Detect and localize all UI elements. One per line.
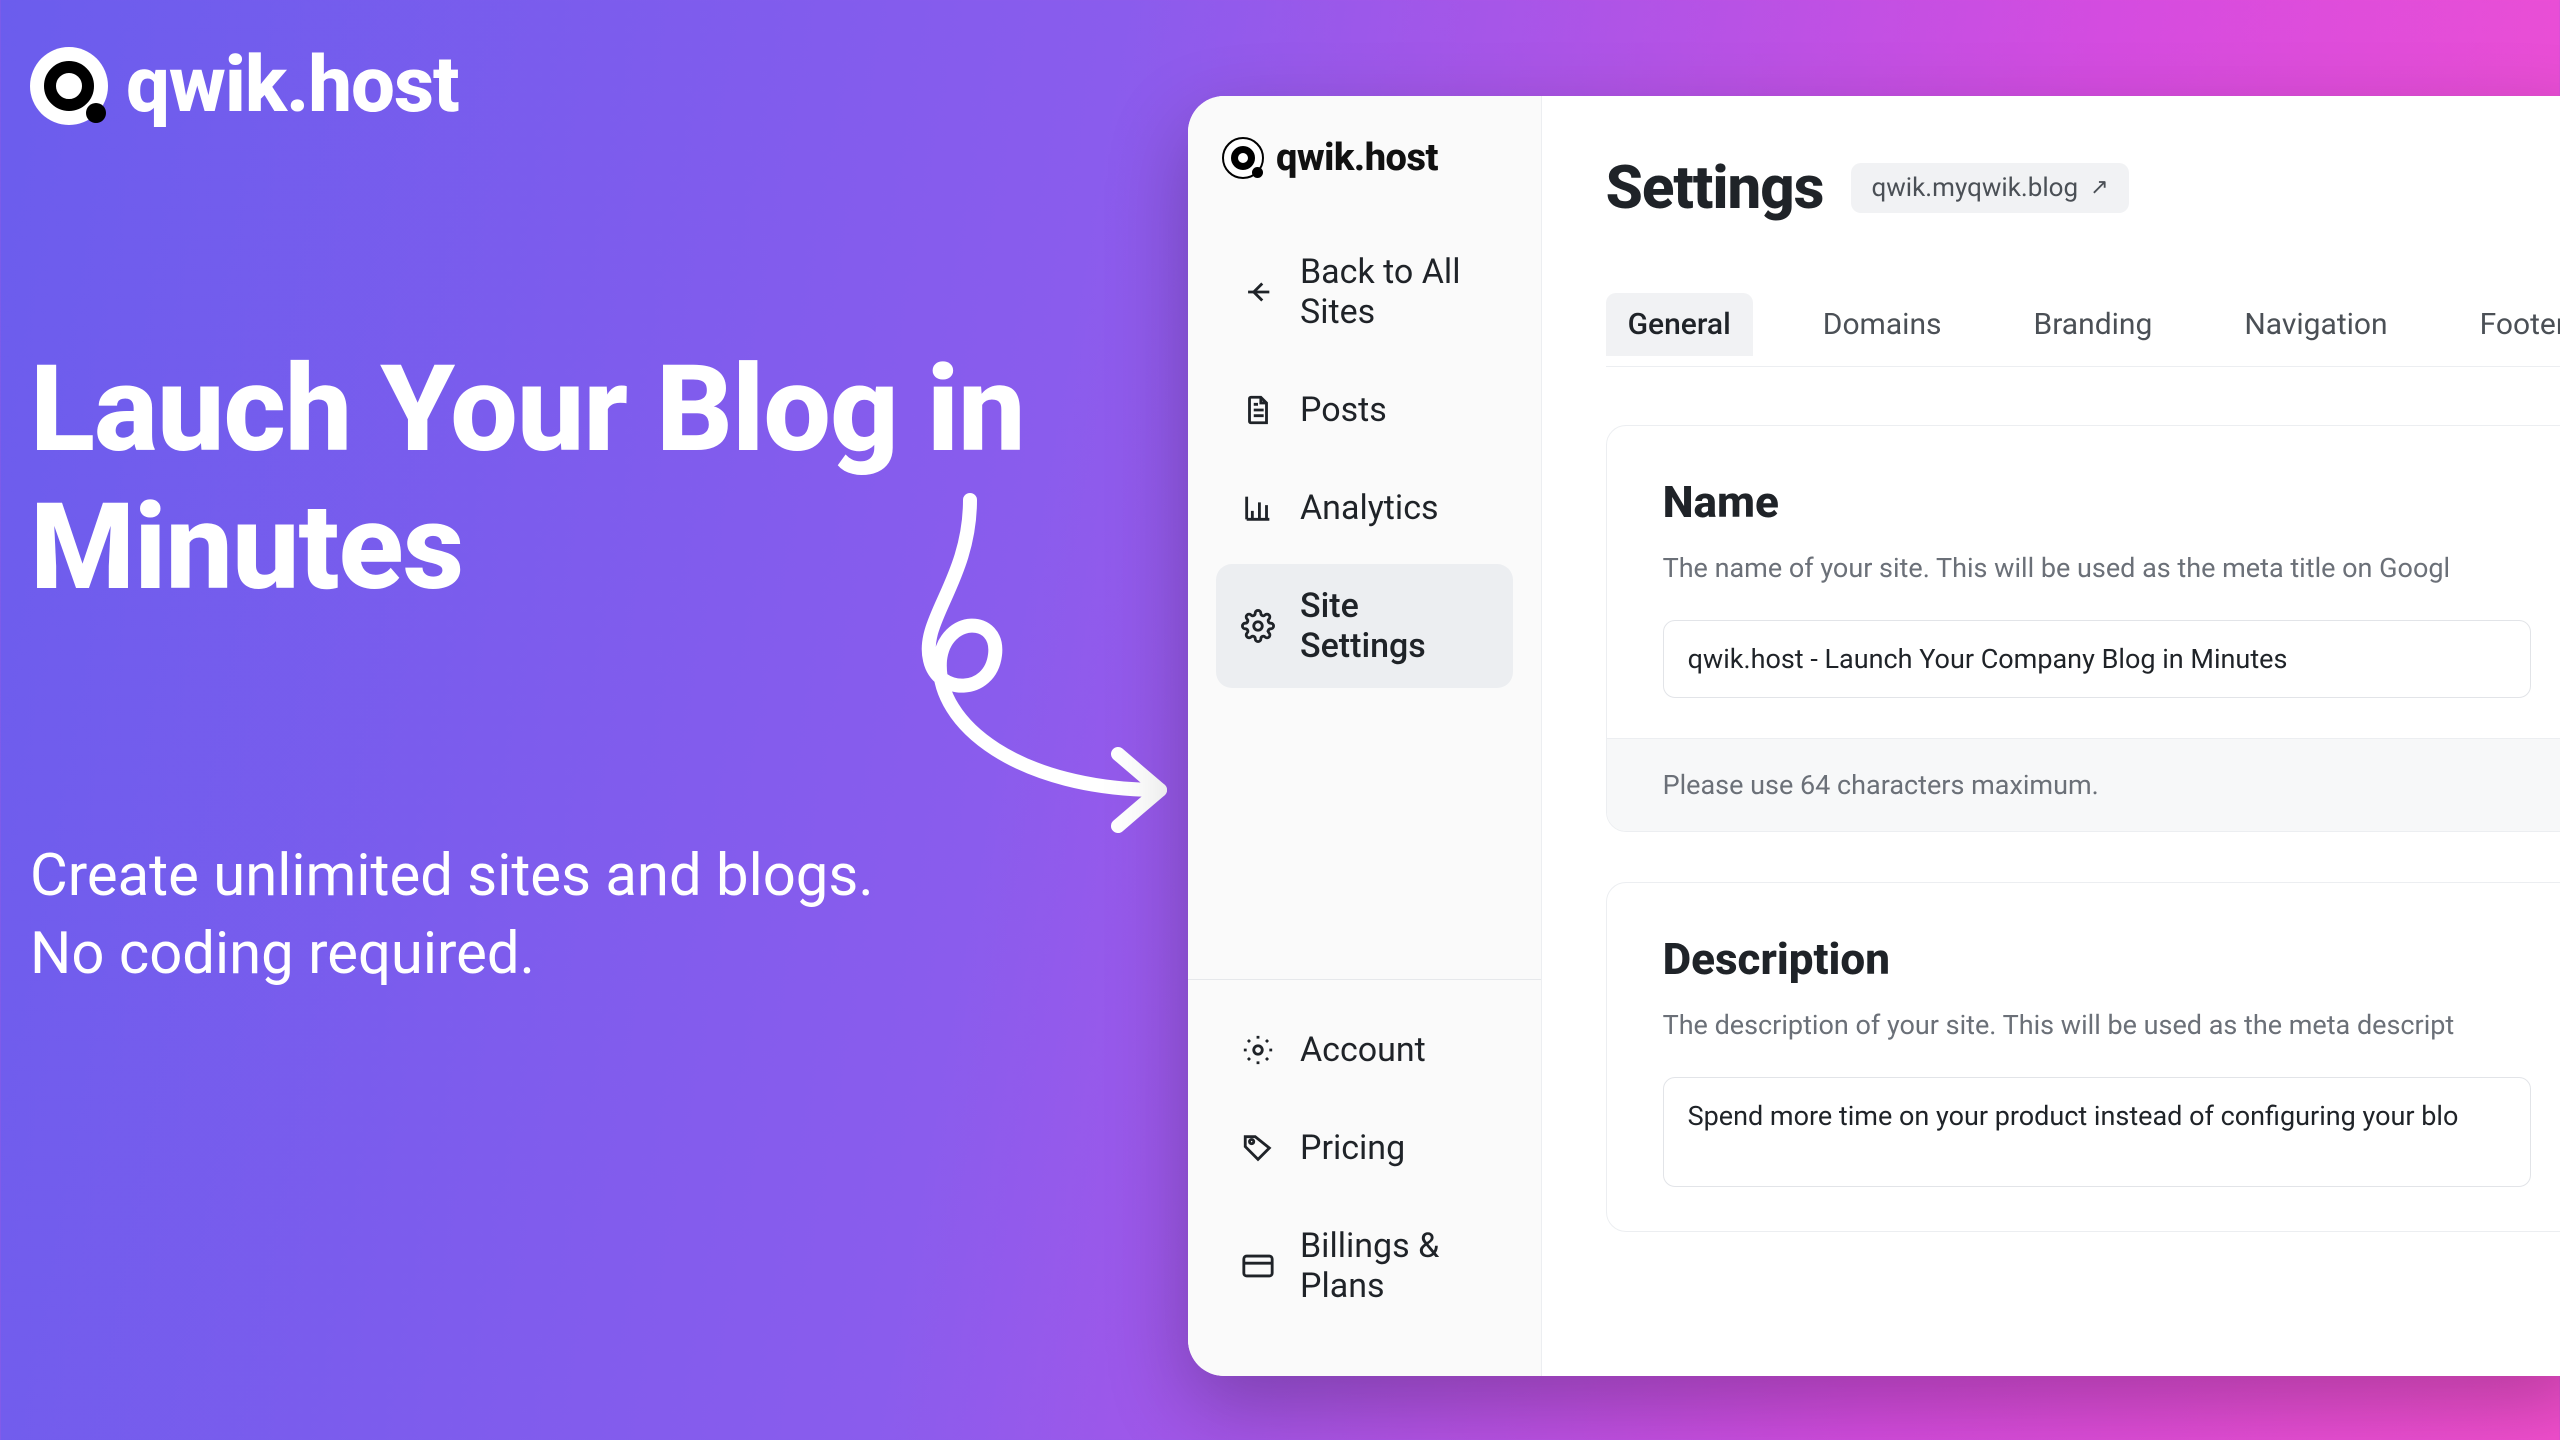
- document-icon: [1240, 392, 1276, 428]
- arrow-doodle-icon: [860, 490, 1170, 830]
- card-help-text: The name of your site. This will be used…: [1663, 552, 2531, 584]
- logo-mark-icon: [30, 47, 108, 125]
- sidebar-item-label: Posts: [1300, 390, 1387, 430]
- logo-wordmark: qwik.host: [126, 40, 459, 131]
- sidebar-item-back[interactable]: Back to All Sites: [1216, 230, 1513, 354]
- gear-icon: [1240, 608, 1276, 644]
- card-help-text: The description of your site. This will …: [1663, 1009, 2531, 1041]
- sidebar: qwik.host Back to All Sites Posts Analyt…: [1188, 96, 1542, 1376]
- hero-subtext: Create unlimited sites and blogs. No cod…: [30, 837, 1150, 994]
- description-card: Description The description of your site…: [1606, 882, 2560, 1232]
- hero-sub-line2: No coding required.: [30, 915, 1150, 993]
- hero-sub-line1: Create unlimited sites and blogs.: [30, 837, 1150, 915]
- sidebar-item-account[interactable]: Account: [1216, 1008, 1513, 1092]
- name-card: Name The name of your site. This will be…: [1606, 425, 2560, 832]
- card-heading: Description: [1663, 933, 2531, 985]
- sidebar-item-label: Analytics: [1300, 488, 1439, 528]
- tab-branding[interactable]: Branding: [2012, 293, 2175, 366]
- bar-chart-icon: [1240, 490, 1276, 526]
- sidebar-item-billings[interactable]: Billings & Plans: [1216, 1204, 1513, 1328]
- settings-tabs: General Domains Branding Navigation Foot…: [1606, 293, 2560, 367]
- site-description-input[interactable]: [1663, 1077, 2531, 1187]
- main-content: Settings qwik.myqwik.blog ↗ General Doma…: [1542, 96, 2560, 1376]
- logo-mark-icon: [1222, 137, 1264, 179]
- sidebar-item-label: Back to All Sites: [1300, 252, 1489, 332]
- sidebar-item-site-settings[interactable]: Site Settings: [1216, 564, 1513, 688]
- sidebar-item-label: Site Settings: [1300, 586, 1489, 666]
- arrow-left-icon: [1240, 274, 1276, 310]
- app-frame: qwik.host Back to All Sites Posts Analyt…: [1188, 96, 2560, 1376]
- credit-card-icon: [1240, 1248, 1276, 1284]
- site-url-text: qwik.myqwik.blog: [1871, 173, 2078, 203]
- sidebar-item-label: Pricing: [1300, 1128, 1405, 1168]
- tab-domains[interactable]: Domains: [1801, 293, 1964, 366]
- tab-footer[interactable]: Footer: [2458, 293, 2560, 366]
- tab-general[interactable]: General: [1606, 293, 1753, 356]
- gear-icon: [1240, 1032, 1276, 1068]
- tab-navigation[interactable]: Navigation: [2222, 293, 2409, 366]
- card-heading: Name: [1663, 476, 2531, 528]
- divider: [1188, 979, 1541, 980]
- site-name-input[interactable]: [1663, 620, 2531, 698]
- tag-icon: [1240, 1130, 1276, 1166]
- sidebar-logo[interactable]: qwik.host: [1222, 136, 1513, 180]
- external-link-icon: ↗: [2090, 175, 2108, 200]
- card-footer-note: Please use 64 characters maximum.: [1607, 738, 2560, 831]
- sidebar-item-analytics[interactable]: Analytics: [1216, 466, 1513, 550]
- hero-logo: qwik.host: [30, 40, 1150, 131]
- sidebar-item-label: Billings & Plans: [1300, 1226, 1489, 1306]
- logo-wordmark: qwik.host: [1276, 136, 1438, 180]
- site-url-link[interactable]: qwik.myqwik.blog ↗: [1851, 163, 2128, 213]
- page-title: Settings: [1606, 152, 1824, 223]
- sidebar-item-posts[interactable]: Posts: [1216, 368, 1513, 452]
- sidebar-item-pricing[interactable]: Pricing: [1216, 1106, 1513, 1190]
- sidebar-item-label: Account: [1300, 1030, 1426, 1070]
